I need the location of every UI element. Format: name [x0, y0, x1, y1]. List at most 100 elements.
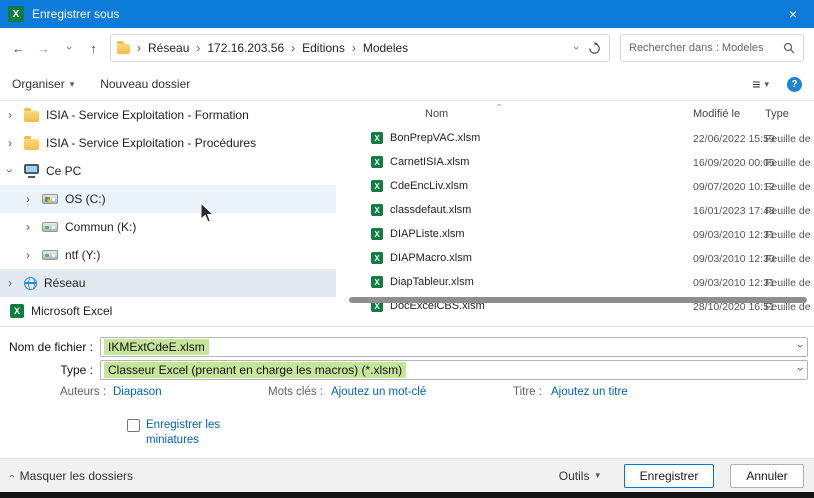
- titlebar: Enregistrer sous: [0, 0, 814, 28]
- tree-item-commun-k[interactable]: Commun (K:): [0, 213, 336, 241]
- file-row[interactable]: CdeEncLiv.xlsm 09/07/2020 10:12 Feuille …: [345, 175, 814, 199]
- chevron-down-icon[interactable]: [798, 340, 802, 352]
- file-row[interactable]: classdefaut.xlsm 16/01/2023 17:48 Feuill…: [345, 199, 814, 223]
- command-bar: Organiser Nouveau dossier: [0, 68, 814, 101]
- title-value[interactable]: Ajoutez un titre: [551, 386, 628, 398]
- breadcrumb-segment[interactable]: 172.16.203.56: [207, 41, 284, 55]
- search-input[interactable]: [629, 42, 783, 54]
- command-bar-right: [752, 76, 802, 92]
- chevron-right-icon[interactable]: [26, 248, 35, 262]
- window-title: Enregistrer sous: [32, 7, 119, 21]
- close-icon[interactable]: [772, 0, 814, 28]
- column-header-modified[interactable]: Modifié le: [693, 108, 740, 120]
- tree-item-microsoft-excel[interactable]: Microsoft Excel: [0, 297, 336, 325]
- tree-item-label: Réseau: [44, 276, 85, 290]
- back-icon[interactable]: [6, 41, 31, 56]
- tree-item-ce-pc[interactable]: Ce PC: [0, 157, 336, 185]
- filename-input[interactable]: IKMExtCdeE.xlsm: [100, 337, 808, 357]
- view-options-button[interactable]: [752, 76, 769, 92]
- file-row[interactable]: BonPrepVAC.xlsm 22/06/2022 15:59 Feuille…: [345, 127, 814, 151]
- keywords-label: Mots clés :: [268, 386, 323, 398]
- chevron-right-icon[interactable]: [8, 136, 17, 150]
- breadcrumb-separator-icon: [196, 41, 200, 55]
- filetype-select[interactable]: Classeur Excel (prenant en charge les ma…: [100, 360, 808, 380]
- excel-icon: [10, 304, 24, 318]
- file-modified: 09/03/2010 12:31: [693, 229, 775, 241]
- chevron-down-icon[interactable]: [8, 164, 17, 178]
- column-header-type[interactable]: Type: [765, 108, 789, 120]
- recent-locations-icon[interactable]: [56, 42, 81, 54]
- filename-value: IKMExtCdeE.xlsm: [104, 339, 209, 355]
- tree-item-isia-formation[interactable]: ISIA - Service Exploitation - Formation: [0, 101, 336, 129]
- navigation-bar: Réseau 172.16.203.56 Editions Modeles: [0, 28, 814, 68]
- breadcrumb[interactable]: Réseau 172.16.203.56 Editions Modeles: [110, 34, 610, 62]
- file-type: Feuille de calc: [765, 157, 814, 169]
- tree-item-isia-procedures[interactable]: ISIA - Service Exploitation - Procédures: [0, 129, 336, 157]
- file-name: DIAPListe.xlsm: [390, 228, 465, 240]
- help-icon[interactable]: [787, 77, 802, 92]
- dropdown-arrow-icon: [595, 470, 600, 481]
- tree-item-os-c[interactable]: OS (C:): [0, 185, 336, 213]
- chevron-right-icon[interactable]: [26, 220, 35, 234]
- new-folder-button[interactable]: Nouveau dossier: [100, 77, 190, 91]
- tree-item-reseau[interactable]: Réseau: [0, 269, 336, 297]
- tree-item-label: ISIA - Service Exploitation - Procédures: [46, 136, 256, 150]
- cancel-button[interactable]: Annuler: [730, 464, 804, 488]
- file-modified: 09/03/2010 12:31: [693, 277, 775, 289]
- breadcrumb-segment[interactable]: Modeles: [363, 41, 408, 55]
- breadcrumb-segment[interactable]: Editions: [302, 41, 345, 55]
- filetype-row: Type : Classeur Excel (prenant en charge…: [0, 359, 814, 381]
- file-type: Feuille de calc: [765, 181, 814, 193]
- chevron-right-icon[interactable]: [8, 276, 17, 290]
- chevron-right-icon[interactable]: [26, 192, 35, 206]
- excel-file-icon: [371, 252, 383, 264]
- file-name: DIAPMacro.xlsm: [390, 252, 472, 264]
- file-name: classdefaut.xlsm: [390, 204, 471, 216]
- sort-ascending-icon: [497, 101, 500, 110]
- thumbnails-checkbox[interactable]: [127, 419, 140, 432]
- list-view-icon: [752, 76, 760, 92]
- save-button[interactable]: Enregistrer: [624, 464, 714, 488]
- search-box[interactable]: [620, 34, 804, 62]
- file-row[interactable]: DiapTableur.xlsm 09/03/2010 12:31 Feuill…: [345, 271, 814, 295]
- up-icon[interactable]: [81, 41, 106, 56]
- tree-item-ntf-y[interactable]: ntf (Y:): [0, 241, 336, 269]
- forward-icon[interactable]: [31, 41, 56, 56]
- tools-button[interactable]: Outils: [559, 469, 600, 483]
- tree-item-label: Microsoft Excel: [31, 304, 112, 318]
- column-header-name[interactable]: Nom: [425, 108, 448, 120]
- file-name: CdeEncLiv.xlsm: [390, 180, 468, 192]
- filename-row: Nom de fichier : IKMExtCdeE.xlsm: [0, 336, 814, 358]
- excel-file-icon: [371, 132, 383, 144]
- file-row[interactable]: DIAPMacro.xlsm 09/03/2010 12:30 Feuille …: [345, 247, 814, 271]
- tree-item-label: ntf (Y:): [65, 248, 100, 262]
- file-type: Feuille de calc: [765, 133, 814, 145]
- network-icon: [24, 277, 37, 290]
- authors-value[interactable]: Diapason: [113, 386, 162, 398]
- file-row[interactable]: CarnetISIA.xlsm 16/09/2020 00:05 Feuille…: [345, 151, 814, 175]
- refresh-icon[interactable]: [588, 42, 601, 55]
- breadcrumb-separator-icon: [137, 41, 141, 55]
- organize-button[interactable]: Organiser: [12, 77, 74, 91]
- folder-icon: [24, 111, 39, 122]
- tree-item-label: OS (C:): [65, 192, 106, 206]
- excel-file-icon: [371, 204, 383, 216]
- chevron-up-icon: [10, 470, 14, 482]
- chevron-down-icon[interactable]: [798, 363, 802, 375]
- excel-file-icon: [371, 276, 383, 288]
- save-thumbnails-option[interactable]: Enregistrer les miniatures: [127, 418, 238, 448]
- hide-folders-button[interactable]: Masquer les dossiers: [10, 469, 133, 483]
- file-type: Feuille de calc: [765, 253, 814, 265]
- address-dropdown-icon[interactable]: [574, 42, 578, 54]
- breadcrumb-segment[interactable]: Réseau: [148, 41, 189, 55]
- file-name: BonPrepVAC.xlsm: [390, 132, 480, 144]
- file-name: DiapTableur.xlsm: [390, 276, 474, 288]
- tree-item-label: Commun (K:): [65, 220, 136, 234]
- horizontal-scrollbar[interactable]: [349, 297, 807, 303]
- file-row[interactable]: DIAPListe.xlsm 09/03/2010 12:31 Feuille …: [345, 223, 814, 247]
- network-drive-icon: [42, 222, 58, 232]
- keywords-value[interactable]: Ajoutez un mot-clé: [331, 386, 426, 398]
- chevron-right-icon[interactable]: [8, 108, 17, 122]
- save-as-dialog: Enregistrer sous Réseau 172.16.203.56 Ed…: [0, 0, 814, 498]
- file-list: Nom Modifié le Type BonPrepVAC.xlsm 22/0…: [345, 101, 814, 323]
